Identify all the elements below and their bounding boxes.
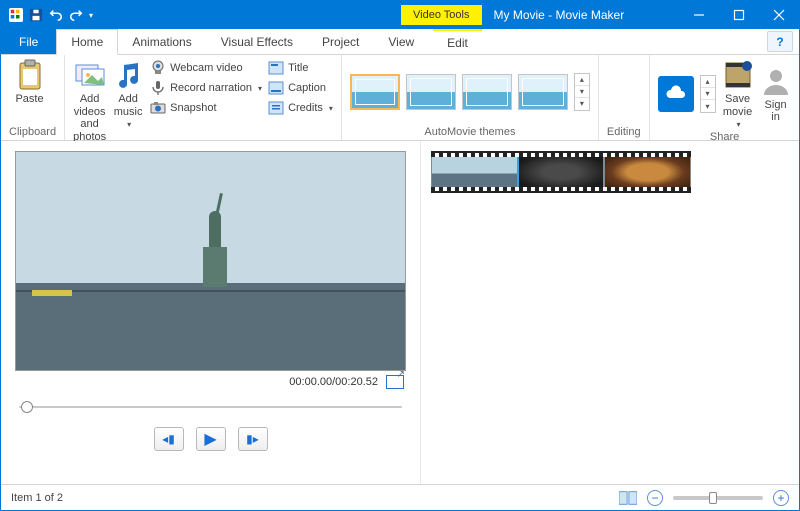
theme-thumb-4[interactable] <box>518 74 568 110</box>
save-icon[interactable] <box>29 8 43 22</box>
caption-button[interactable]: Caption <box>268 79 333 97</box>
minimize-button[interactable] <box>679 1 719 29</box>
time-display: 00:00.00/00:20.52 <box>289 376 378 388</box>
share-gallery-nav: ▴ ▾ ▾ <box>700 75 716 113</box>
group-add: Add videos and photos Add music Webcam v… <box>65 55 342 140</box>
snapshot-button[interactable]: Snapshot <box>150 99 262 117</box>
tab-file[interactable]: File <box>1 29 56 54</box>
theme-thumb-1[interactable] <box>350 74 400 110</box>
tab-home[interactable]: Home <box>56 29 118 55</box>
zoom-in-button[interactable]: + <box>773 490 789 506</box>
view-toggle-icon[interactable] <box>619 491 637 505</box>
status-item-count: Item 1 of 2 <box>11 492 63 504</box>
clip-1[interactable] <box>431 154 518 190</box>
credits-icon <box>268 100 284 116</box>
share-down-icon[interactable]: ▾ <box>701 88 715 100</box>
tab-project[interactable]: Project <box>308 29 374 54</box>
webcam-icon <box>150 60 166 76</box>
group-editing-label: Editing <box>607 124 641 138</box>
gallery-down-icon[interactable]: ▾ <box>575 86 589 98</box>
caption-icon <box>268 80 284 96</box>
undo-icon[interactable] <box>49 8 63 22</box>
qat-dropdown-icon[interactable]: ▾ <box>89 11 93 20</box>
gallery-more-icon[interactable]: ▾ <box>575 98 589 110</box>
group-clipboard-label: Clipboard <box>9 124 56 138</box>
tab-edit[interactable]: Edit <box>433 29 483 54</box>
photos-icon <box>74 59 106 91</box>
add-videos-label: Add videos and photos <box>73 93 106 144</box>
group-share: ▴ ▾ ▾ Save movie Sign in Share <box>650 55 800 140</box>
play-button[interactable]: ▶ <box>196 427 226 451</box>
status-bar: Item 1 of 2 − + <box>1 484 799 510</box>
onedrive-button[interactable] <box>658 76 694 112</box>
camera-icon <box>150 100 166 116</box>
clipboard-icon <box>14 59 46 91</box>
save-movie-label: Save movie <box>723 93 752 118</box>
seek-bar[interactable] <box>15 397 406 417</box>
caption-label: Caption <box>288 82 326 94</box>
clip-3[interactable] <box>604 154 691 190</box>
theme-thumb-2[interactable] <box>406 74 456 110</box>
sign-in-label: Sign in <box>765 99 787 124</box>
share-up-icon[interactable]: ▴ <box>701 76 715 88</box>
theme-gallery-nav: ▴ ▾ ▾ <box>574 73 590 111</box>
app-icon <box>9 8 23 22</box>
gallery-up-icon[interactable]: ▴ <box>575 74 589 86</box>
tab-animations[interactable]: Animations <box>118 29 206 54</box>
quick-access-toolbar: ▾ <box>1 8 101 22</box>
prev-frame-button[interactable]: ◂▮ <box>154 427 184 451</box>
zoom-out-button[interactable]: − <box>647 490 663 506</box>
theme-thumb-3[interactable] <box>462 74 512 110</box>
add-music-button[interactable]: Add music <box>112 59 144 129</box>
group-themes-label: AutoMovie themes <box>424 124 515 138</box>
fullscreen-button[interactable] <box>386 375 404 389</box>
save-movie-button[interactable]: Save movie <box>722 59 754 129</box>
clip-strip <box>431 151 691 193</box>
redo-icon[interactable] <box>69 8 83 22</box>
paste-button[interactable]: Paste <box>14 59 46 106</box>
group-clipboard: Paste Clipboard <box>1 55 65 140</box>
next-frame-button[interactable]: ▮▸ <box>238 427 268 451</box>
narration-label: Record narration <box>170 82 252 94</box>
title-label: Title <box>288 62 308 74</box>
window-title: My Movie - Movie Maker <box>494 8 625 22</box>
add-videos-button[interactable]: Add videos and photos <box>73 59 106 144</box>
title-button[interactable]: Title <box>268 59 333 77</box>
film-icon <box>722 59 754 91</box>
close-button[interactable] <box>759 1 799 29</box>
webcam-label: Webcam video <box>170 62 243 74</box>
paste-label: Paste <box>15 93 43 106</box>
ribbon-tabs: File Home Animations Visual Effects Proj… <box>1 29 799 55</box>
workspace: 00:00.00/00:20.52 ◂▮ ▶ ▮▸ <box>1 141 799 484</box>
add-music-label: Add music <box>114 93 143 118</box>
webcam-button[interactable]: Webcam video <box>150 59 262 77</box>
tab-visual-effects[interactable]: Visual Effects <box>207 29 308 54</box>
timeline-pane[interactable] <box>421 141 799 484</box>
group-themes: ▴ ▾ ▾ AutoMovie themes <box>342 55 599 140</box>
title-icon <box>268 60 284 76</box>
snapshot-label: Snapshot <box>170 102 216 114</box>
user-icon <box>760 65 792 97</box>
preview-video[interactable] <box>15 151 406 371</box>
clip-2[interactable] <box>518 154 605 190</box>
contextual-tab-label: Video Tools <box>401 5 481 25</box>
zoom-slider[interactable] <box>673 496 763 500</box>
preview-pane: 00:00.00/00:20.52 ◂▮ ▶ ▮▸ <box>1 141 421 484</box>
preview-content <box>195 187 235 287</box>
sign-in-button[interactable]: Sign in <box>760 65 792 124</box>
credits-button[interactable]: Credits <box>268 99 333 117</box>
ribbon: Paste Clipboard Add videos and photos Ad… <box>1 55 799 141</box>
mic-icon <box>150 80 166 96</box>
narration-button[interactable]: Record narration <box>150 79 262 97</box>
help-button[interactable]: ? <box>767 31 793 52</box>
titlebar: ▾ Video Tools My Movie - Movie Maker <box>1 1 799 29</box>
credits-label: Credits <box>288 102 323 114</box>
tab-view[interactable]: View <box>374 29 429 54</box>
share-more-icon[interactable]: ▾ <box>701 100 715 112</box>
maximize-button[interactable] <box>719 1 759 29</box>
music-icon <box>112 59 144 91</box>
group-editing: Editing <box>599 55 650 140</box>
